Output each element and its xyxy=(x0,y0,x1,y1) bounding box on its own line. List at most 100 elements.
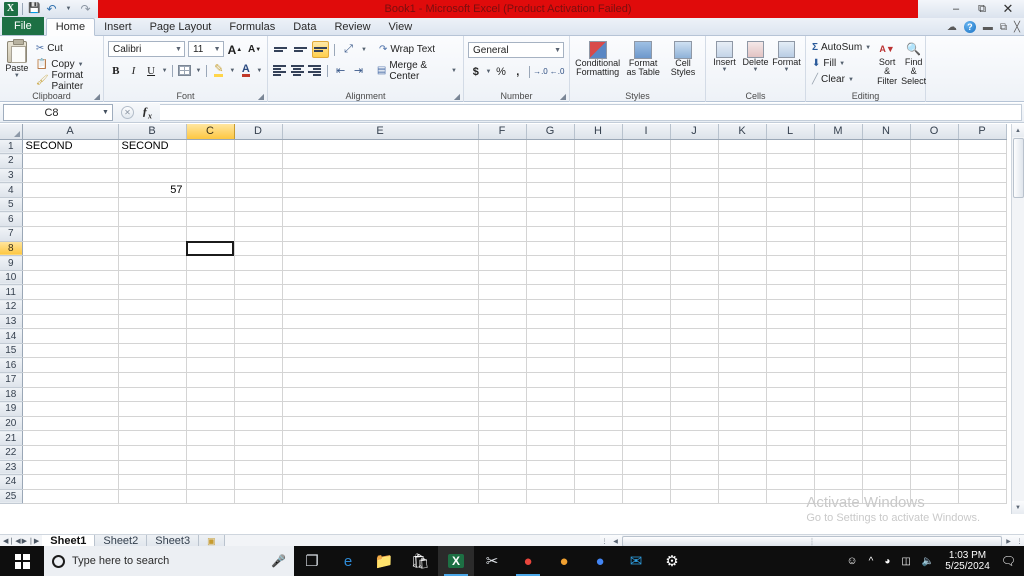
restore-button[interactable]: ⧉ xyxy=(976,3,988,16)
cell-f14[interactable] xyxy=(478,328,527,344)
cell-i7[interactable] xyxy=(622,226,671,242)
cell-j23[interactable] xyxy=(670,460,719,476)
cell-i23[interactable] xyxy=(622,460,671,476)
action-center-icon[interactable]: 🗨 xyxy=(1001,554,1016,568)
cell-e25[interactable] xyxy=(282,489,479,505)
cell-d24[interactable] xyxy=(234,474,283,490)
cell-e18[interactable] xyxy=(282,387,479,403)
cell-i25[interactable] xyxy=(622,489,671,505)
format-cells-button[interactable]: Format ▼ xyxy=(772,40,801,74)
row-header-14[interactable]: 14 xyxy=(0,328,23,344)
orientation-button[interactable]: ⤢ xyxy=(340,41,357,58)
cell-l8[interactable] xyxy=(766,241,815,257)
cell-d19[interactable] xyxy=(234,401,283,417)
tab-data[interactable]: Data xyxy=(284,18,325,35)
row-header-13[interactable]: 13 xyxy=(0,314,23,330)
bold-button[interactable]: B xyxy=(108,62,124,79)
cell-m2[interactable] xyxy=(814,153,863,169)
cell-a25[interactable] xyxy=(22,489,119,505)
first-sheet-icon[interactable]: ◀❘ xyxy=(3,537,14,545)
minimize-button[interactable]: – xyxy=(950,3,962,15)
chrome-second-icon[interactable]: ● xyxy=(582,546,618,576)
cell-i15[interactable] xyxy=(622,343,671,359)
row-header-1[interactable]: 1 xyxy=(0,139,23,155)
cell-k14[interactable] xyxy=(718,328,767,344)
taskbar-clock[interactable]: 1:03 PM 5/25/2024 xyxy=(945,550,990,573)
cell-d17[interactable] xyxy=(234,372,283,388)
cell-c10[interactable] xyxy=(186,270,235,286)
align-bottom-button[interactable] xyxy=(312,41,329,58)
comma-style-button[interactable]: , xyxy=(510,63,526,80)
decrease-indent-button[interactable]: ⇤ xyxy=(333,62,348,79)
cell-d9[interactable] xyxy=(234,255,283,271)
column-header-f[interactable]: F xyxy=(478,124,527,140)
column-header-a[interactable]: A xyxy=(22,124,119,140)
name-box[interactable]: C8 ▼ xyxy=(3,104,113,121)
cell-n20[interactable] xyxy=(862,416,911,432)
underline-dropdown-icon[interactable]: ▼ xyxy=(161,62,168,79)
cell-j11[interactable] xyxy=(670,284,719,301)
orientation-dropdown-icon[interactable]: ▼ xyxy=(360,41,368,58)
cell-c9[interactable] xyxy=(186,255,235,271)
cell-m10[interactable] xyxy=(814,270,863,286)
cell-j14[interactable] xyxy=(670,328,719,344)
cell-n5[interactable] xyxy=(862,197,911,213)
cell-m15[interactable] xyxy=(814,343,863,359)
people-icon[interactable]: ☺ xyxy=(846,555,857,567)
cell-k11[interactable] xyxy=(718,284,767,301)
cell-l10[interactable] xyxy=(766,270,815,286)
cell-p23[interactable] xyxy=(958,460,1007,476)
cell-i1[interactable] xyxy=(622,139,671,155)
cell-m8[interactable] xyxy=(814,241,863,257)
cell-a8[interactable] xyxy=(22,241,119,257)
cell-p18[interactable] xyxy=(958,387,1007,403)
cell-b18[interactable] xyxy=(118,387,187,403)
cell-e7[interactable] xyxy=(282,226,479,242)
tab-home[interactable]: Home xyxy=(45,18,96,36)
cell-l18[interactable] xyxy=(766,387,815,403)
cell-j12[interactable] xyxy=(670,299,719,315)
cell-k12[interactable] xyxy=(718,299,767,315)
row-header-11[interactable]: 11 xyxy=(0,284,23,301)
cell-f18[interactable] xyxy=(478,387,527,403)
cell-o19[interactable] xyxy=(910,401,959,417)
cell-c13[interactable] xyxy=(186,314,235,330)
format-dropdown-icon[interactable]: ▼ xyxy=(784,67,790,73)
cell-n1[interactable] xyxy=(862,139,911,155)
cell-d21[interactable] xyxy=(234,430,283,446)
cell-k5[interactable] xyxy=(718,197,767,213)
cell-m1[interactable] xyxy=(814,139,863,155)
cell-e16[interactable] xyxy=(282,357,479,373)
cell-i16[interactable] xyxy=(622,357,671,373)
cell-styles-button[interactable]: Cell Styles xyxy=(665,40,701,78)
cell-i2[interactable] xyxy=(622,153,671,169)
cell-a2[interactable] xyxy=(22,153,119,169)
column-header-l[interactable]: L xyxy=(766,124,815,140)
row-header-16[interactable]: 16 xyxy=(0,357,23,373)
column-header-e[interactable]: E xyxy=(282,124,479,140)
cell-a4[interactable] xyxy=(22,182,119,198)
cell-h1[interactable] xyxy=(574,139,623,155)
cell-h5[interactable] xyxy=(574,197,623,213)
cell-p5[interactable] xyxy=(958,197,1007,213)
row-header-12[interactable]: 12 xyxy=(0,299,23,315)
cell-e8[interactable] xyxy=(282,241,479,257)
cell-e3[interactable] xyxy=(282,168,479,184)
save-icon[interactable]: 💾 xyxy=(27,2,42,17)
cell-e21[interactable] xyxy=(282,430,479,446)
cell-h14[interactable] xyxy=(574,328,623,344)
volume-icon[interactable]: 🔈 xyxy=(922,556,934,567)
cell-b6[interactable] xyxy=(118,211,187,228)
cell-h23[interactable] xyxy=(574,460,623,476)
cell-j3[interactable] xyxy=(670,168,719,184)
cell-m25[interactable] xyxy=(814,489,863,505)
cell-h4[interactable] xyxy=(574,182,623,198)
cell-m24[interactable] xyxy=(814,474,863,490)
cell-l16[interactable] xyxy=(766,357,815,373)
cell-k10[interactable] xyxy=(718,270,767,286)
cell-h6[interactable] xyxy=(574,211,623,228)
cell-g16[interactable] xyxy=(526,357,575,373)
close-button[interactable]: ✕ xyxy=(1002,1,1014,17)
cell-m4[interactable] xyxy=(814,182,863,198)
cell-b14[interactable] xyxy=(118,328,187,344)
